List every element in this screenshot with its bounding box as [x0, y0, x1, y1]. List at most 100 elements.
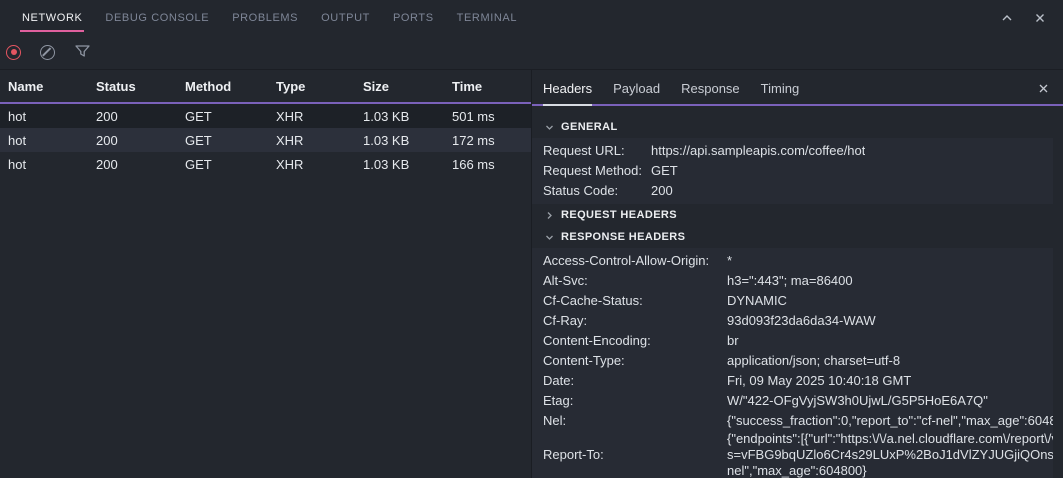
header-value: *: [727, 251, 732, 271]
close-details-icon[interactable]: [1037, 70, 1063, 106]
column-type[interactable]: Type: [276, 79, 363, 94]
header-key: Etag:: [543, 391, 727, 411]
header-key: Alt-Svc:: [543, 271, 727, 291]
header-key: Access-Control-Allow-Origin:: [543, 251, 727, 271]
cell-method: GET: [185, 109, 276, 124]
section-request-headers[interactable]: REQUEST HEADERS: [532, 204, 1063, 226]
tab-payload[interactable]: Payload: [613, 70, 660, 106]
column-status[interactable]: Status: [96, 79, 185, 94]
header-row: Content-Type: application/json; charset=…: [543, 351, 1053, 371]
network-devtools-panel: NETWORK DEBUG CONSOLE PROBLEMS OUTPUT PO…: [0, 0, 1063, 478]
header-key: Report-To:: [543, 445, 727, 465]
header-key: Content-Encoding:: [543, 331, 727, 351]
record-icon[interactable]: [6, 45, 21, 60]
cell-time: 166 ms: [452, 157, 531, 172]
header-key: Content-Type:: [543, 351, 727, 371]
cell-size: 1.03 KB: [363, 109, 452, 124]
request-row-2-selected[interactable]: hot 200 GET XHR 1.03 KB 172 ms: [0, 128, 531, 152]
header-row: Request URL: https://api.sampleapis.com/…: [543, 141, 1053, 161]
section-response-headers[interactable]: RESPONSE HEADERS: [532, 226, 1063, 248]
column-method[interactable]: Method: [185, 79, 276, 94]
header-value: DYNAMIC: [727, 291, 787, 311]
header-row: Alt-Svc: h3=":443"; ma=86400: [543, 271, 1053, 291]
network-toolbar: [0, 35, 1063, 70]
header-row: Request Method: GET: [543, 161, 1053, 181]
header-key: Cf-Ray:: [543, 311, 727, 331]
header-value: Fri, 09 May 2025 10:40:18 GMT: [727, 371, 911, 391]
header-key: Date:: [543, 371, 727, 391]
header-key: Request URL:: [543, 141, 651, 161]
headers-content: GENERAL Request URL: https://api.samplea…: [532, 106, 1063, 478]
cell-method: GET: [185, 157, 276, 172]
close-panel-icon[interactable]: [1033, 11, 1047, 25]
header-row: Status Code: 200: [543, 181, 1053, 201]
cell-size: 1.03 KB: [363, 133, 452, 148]
tab-timing[interactable]: Timing: [761, 70, 800, 106]
header-key: Nel:: [543, 411, 727, 431]
section-request-headers-title: REQUEST HEADERS: [561, 209, 677, 221]
header-row: Etag: W/"422-OFgVyjSW3h0UjwL/G5P5HoE6A7Q…: [543, 391, 1053, 411]
header-key: Cf-Cache-Status:: [543, 291, 727, 311]
header-value: br: [727, 331, 739, 351]
section-general-title: GENERAL: [561, 121, 618, 133]
column-name[interactable]: Name: [8, 79, 96, 94]
header-row: Date: Fri, 09 May 2025 10:40:18 GMT: [543, 371, 1053, 391]
column-size[interactable]: Size: [363, 79, 452, 94]
header-row: Cf-Ray: 93d093f23da6da34-WAW: [543, 311, 1053, 331]
tab-ports[interactable]: PORTS: [393, 10, 434, 26]
cell-method: GET: [185, 133, 276, 148]
header-value: W/"422-OFgVyjSW3h0UjwL/G5P5HoE6A7Q": [727, 391, 988, 411]
cell-size: 1.03 KB: [363, 157, 452, 172]
requests-panel: Name Status Method Type Size Time hot 20…: [0, 70, 531, 478]
header-value: application/json; charset=utf-8: [727, 351, 900, 371]
tab-network[interactable]: NETWORK: [22, 10, 82, 26]
header-row: Nel: {"success_fraction":0,"report_to":"…: [543, 411, 1053, 431]
tab-output[interactable]: OUTPUT: [321, 10, 370, 26]
header-value: h3=":443"; ma=86400: [727, 271, 853, 291]
details-tab-bar: Headers Payload Response Timing: [532, 70, 1063, 106]
section-response-headers-title: RESPONSE HEADERS: [561, 231, 685, 243]
request-row-3[interactable]: hot 200 GET XHR 1.03 KB 166 ms: [0, 152, 531, 176]
cell-status: 200: [96, 133, 185, 148]
header-value: https://api.sampleapis.com/coffee/hot: [651, 141, 865, 161]
header-key: Request Method:: [543, 161, 651, 181]
tab-headers[interactable]: Headers: [543, 70, 592, 106]
section-general[interactable]: GENERAL: [532, 116, 1063, 138]
chevron-down-icon: [545, 233, 554, 242]
header-row: Cf-Cache-Status: DYNAMIC: [543, 291, 1053, 311]
cell-status: 200: [96, 157, 185, 172]
chevron-down-icon: [545, 123, 554, 132]
cell-time: 501 ms: [452, 109, 531, 124]
header-value: 93d093f23da6da34-WAW: [727, 311, 876, 331]
cell-type: XHR: [276, 109, 363, 124]
cell-name: hot: [8, 157, 96, 172]
general-block: Request URL: https://api.sampleapis.com/…: [532, 138, 1053, 204]
header-value: 200: [651, 181, 673, 201]
response-headers-block: Access-Control-Allow-Origin: * Alt-Svc: …: [532, 248, 1053, 478]
tab-response[interactable]: Response: [681, 70, 740, 106]
panel-tab-bar: NETWORK DEBUG CONSOLE PROBLEMS OUTPUT PO…: [0, 0, 1063, 35]
cell-name: hot: [8, 109, 96, 124]
tab-debug-console[interactable]: DEBUG CONSOLE: [105, 10, 209, 26]
chevron-up-icon[interactable]: [1000, 11, 1014, 25]
cell-type: XHR: [276, 157, 363, 172]
header-row: Access-Control-Allow-Origin: *: [543, 251, 1053, 271]
cell-name: hot: [8, 133, 96, 148]
column-time[interactable]: Time: [452, 79, 531, 94]
header-key: Status Code:: [543, 181, 651, 201]
cell-status: 200: [96, 109, 185, 124]
tab-problems[interactable]: PROBLEMS: [232, 10, 298, 26]
header-row: Content-Encoding: br: [543, 331, 1053, 351]
chevron-right-icon: [545, 211, 554, 220]
filter-icon[interactable]: [74, 43, 91, 62]
tab-terminal[interactable]: TERMINAL: [457, 10, 517, 26]
header-row-report-to: Report-To: {"endpoints":[{"url":"https:\…: [543, 431, 1053, 478]
block-icon[interactable]: [40, 45, 55, 60]
request-row-1[interactable]: hot 200 GET XHR 1.03 KB 501 ms: [0, 104, 531, 128]
requests-table-header: Name Status Method Type Size Time: [0, 70, 531, 104]
cell-type: XHR: [276, 133, 363, 148]
header-value: {"success_fraction":0,"report_to":"cf-ne…: [727, 411, 1053, 431]
header-value: GET: [651, 161, 678, 181]
header-value-multiline: {"endpoints":[{"url":"https:\/\/a.nel.cl…: [727, 431, 1053, 478]
cell-time: 172 ms: [452, 133, 531, 148]
